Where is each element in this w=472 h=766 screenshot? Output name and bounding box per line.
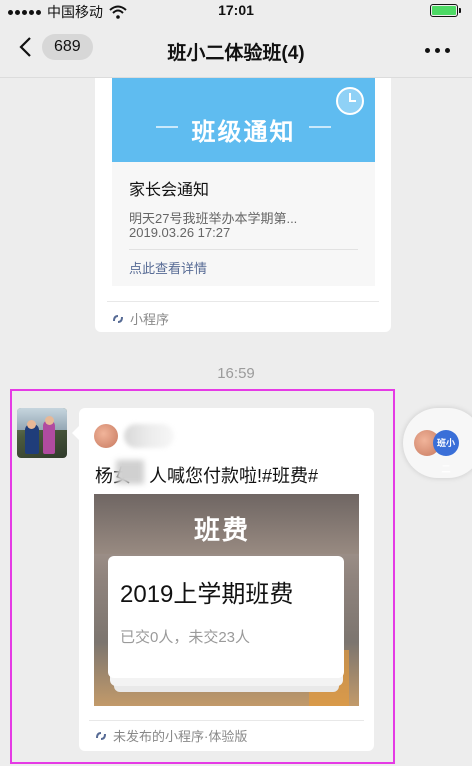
mini-program-footer: 小程序 bbox=[111, 309, 169, 328]
chat-title: 班小二体验班(4) bbox=[167, 43, 305, 64]
notice-title: 家长会通知 bbox=[129, 182, 210, 199]
mini-program-label: 未发布的小程序·体验版 bbox=[113, 729, 248, 744]
fee-poster: 班费 2019上学期班费 已交0人，未交23人 bbox=[94, 494, 359, 706]
divider bbox=[107, 301, 379, 302]
notice-date: 2019.03.26 17:27 bbox=[129, 225, 231, 240]
mini-program-footer: 未发布的小程序·体验版 bbox=[94, 726, 247, 745]
fee-title: 2019上学期班费 bbox=[120, 581, 294, 608]
view-details-link[interactable]: 点此查看详情 bbox=[129, 258, 207, 277]
clock-time: 17:01 bbox=[218, 2, 254, 18]
mini-program-icon bbox=[113, 314, 123, 323]
floating-mini-program-button[interactable]: 班小二 bbox=[403, 408, 472, 478]
notice-mini-program-card[interactable]: 班级通知 家长会通知 明天27号我班举办本学期第... 2019.03.26 1… bbox=[95, 78, 391, 332]
fee-status: 已交0人，未交23人 bbox=[120, 629, 251, 646]
clock-icon bbox=[336, 87, 364, 115]
divider bbox=[89, 720, 364, 721]
chat-header: 689 班小二体验班(4) bbox=[0, 22, 472, 78]
blurred-name bbox=[124, 424, 174, 448]
floating-app-badge: 班小二 bbox=[433, 430, 459, 474]
payment-mini-program-card[interactable]: 杨女 人喊您付款啦!#班费# 班费 2019上学期班费 已交0人，未交23人 未发… bbox=[72, 408, 374, 751]
more-dots-icon[interactable] bbox=[425, 48, 450, 53]
battery-icon bbox=[430, 4, 461, 17]
banner-text: 班级通知 bbox=[191, 119, 296, 146]
mini-program-icon bbox=[96, 731, 106, 740]
fee-info-panel: 2019上学期班费 已交0人，未交23人 bbox=[108, 556, 344, 678]
divider bbox=[129, 249, 358, 250]
message-timestamp: 16:59 bbox=[217, 365, 255, 382]
mini-program-label: 小程序 bbox=[130, 312, 170, 327]
poster-title: 班费 bbox=[194, 515, 251, 545]
sender-avatar[interactable] bbox=[17, 408, 67, 458]
blurred-name bbox=[116, 460, 144, 484]
mini-program-avatar bbox=[94, 424, 118, 448]
notice-banner: 班级通知 bbox=[112, 78, 375, 162]
status-bar: 中国移动 17:01 bbox=[0, 0, 472, 22]
